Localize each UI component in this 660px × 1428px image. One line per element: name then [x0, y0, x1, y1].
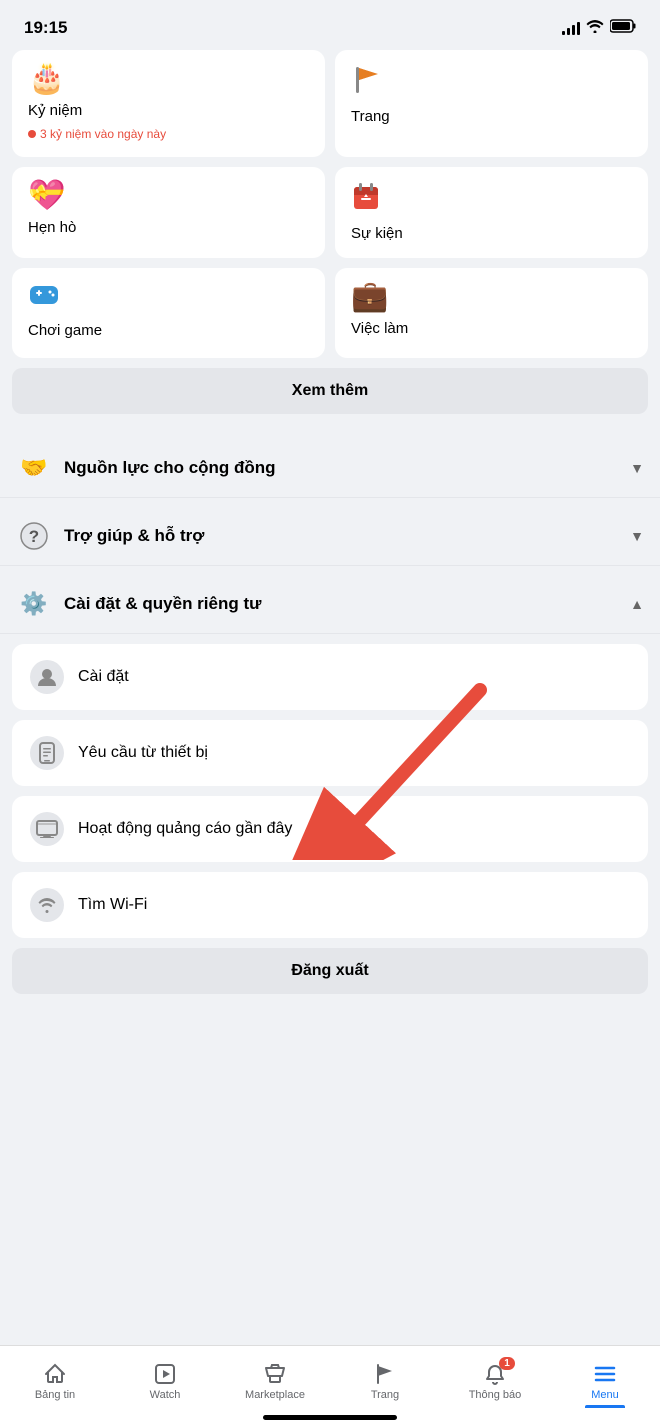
- su-kien-label: Sự kiện: [351, 225, 632, 242]
- cai-dat-icon: [30, 660, 64, 694]
- bell-icon: 1: [483, 1362, 507, 1386]
- sub-item-hoat-dong[interactable]: Hoạt động quảng cáo gần đây: [12, 796, 648, 862]
- hoat-dong-icon: [30, 812, 64, 846]
- status-bar: 19:15: [0, 0, 660, 50]
- sub-item-yeu-cau[interactable]: Yêu cầu từ thiết bị: [12, 720, 648, 786]
- shop-icon: [263, 1362, 287, 1386]
- trang-label: Trang: [351, 108, 632, 125]
- battery-icon: [610, 19, 636, 38]
- hen-ho-icon: 💝: [28, 181, 309, 211]
- home-icon: [43, 1362, 67, 1386]
- cai-dat-label: Cài đặt: [78, 668, 129, 686]
- wifi-icon: [586, 19, 604, 38]
- sub-items-container: Cài đặt Yêu cầu từ thiết bị: [0, 644, 660, 938]
- grid-card-viec-lam[interactable]: 💼 Việc làm: [335, 268, 648, 358]
- choi-game-icon: [28, 282, 309, 314]
- nav-item-marketplace[interactable]: Marketplace: [220, 1346, 330, 1408]
- grid-card-ky-niem[interactable]: 🎂 Kỷ niệm 3 kỷ niệm vào ngày này: [12, 50, 325, 157]
- chevron-up-icon: ▲: [630, 596, 644, 612]
- ky-niem-icon: 🎂: [28, 64, 309, 94]
- see-more-button[interactable]: Xem thêm: [12, 368, 648, 414]
- status-time: 19:15: [24, 18, 67, 38]
- nav-item-menu[interactable]: Menu: [550, 1346, 660, 1408]
- grid-card-trang[interactable]: Trang: [335, 50, 648, 157]
- flag-nav-icon: [373, 1362, 397, 1386]
- trang-nav-label: Trang: [371, 1389, 399, 1401]
- thong-bao-label: Thông báo: [469, 1389, 522, 1401]
- divider-3: [0, 566, 660, 574]
- expandable-nguon-luc[interactable]: 🤝 Nguồn lực cho cộng đồng ▼: [0, 438, 660, 498]
- active-indicator: [585, 1405, 625, 1408]
- nav-item-bang-tin[interactable]: Bảng tin: [0, 1346, 110, 1408]
- nav-item-thong-bao[interactable]: 1 Thông báo: [440, 1346, 550, 1408]
- viec-lam-icon: 💼: [351, 282, 632, 312]
- choi-game-label: Chơi game: [28, 322, 309, 339]
- ky-niem-sub: 3 kỷ niệm vào ngày này: [28, 127, 309, 141]
- yeu-cau-icon: [30, 736, 64, 770]
- hoat-dong-label: Hoạt động quảng cáo gần đây: [78, 820, 292, 838]
- yeu-cau-label: Yêu cầu từ thiết bị: [78, 744, 208, 762]
- nguon-luc-icon: 🤝: [16, 450, 52, 486]
- viec-lam-label: Việc làm: [351, 320, 632, 337]
- menu-label: Menu: [591, 1389, 619, 1401]
- trang-icon: [351, 64, 632, 100]
- bottom-nav: Bảng tin Watch Marketplace: [0, 1345, 660, 1428]
- grid-card-su-kien[interactable]: Sự kiện: [335, 167, 648, 258]
- divider-2: [0, 498, 660, 506]
- nav-item-watch[interactable]: Watch: [110, 1346, 220, 1408]
- menu-icon: [593, 1362, 617, 1386]
- chevron-down-icon: ▼: [630, 460, 644, 476]
- su-kien-icon: [351, 181, 632, 217]
- logout-button[interactable]: Đăng xuất: [12, 948, 648, 994]
- watch-label: Watch: [150, 1389, 181, 1401]
- thong-bao-badge: 1: [499, 1357, 515, 1370]
- nav-item-trang[interactable]: Trang: [330, 1346, 440, 1408]
- expandable-tro-giup[interactable]: ? Trợ giúp & hỗ trợ ▼: [0, 506, 660, 566]
- tim-wifi-label: Tìm Wi-Fi: [78, 896, 147, 914]
- cai-dat-quyen-icon: ⚙️: [16, 586, 52, 622]
- chevron-down-icon-2: ▼: [630, 528, 644, 544]
- hen-ho-label: Hẹn hò: [28, 219, 309, 236]
- grid-section: 🎂 Kỷ niệm 3 kỷ niệm vào ngày này Trang 💝…: [0, 50, 660, 358]
- tro-giup-icon: ?: [16, 518, 52, 554]
- divider-1: [0, 430, 660, 438]
- red-dot-icon: [28, 130, 36, 138]
- bang-tin-label: Bảng tin: [35, 1389, 75, 1401]
- svg-text:?: ?: [29, 527, 39, 546]
- signal-icon: [562, 21, 580, 35]
- nguon-luc-label: Nguồn lực cho cộng đồng: [64, 458, 618, 478]
- play-icon: [153, 1362, 177, 1386]
- grid-card-choi-game[interactable]: Chơi game: [12, 268, 325, 358]
- tro-giup-label: Trợ giúp & hỗ trợ: [64, 526, 618, 546]
- ky-niem-label: Kỷ niệm: [28, 102, 309, 119]
- tim-wifi-icon: [30, 888, 64, 922]
- cai-dat-quyen-label: Cài đặt & quyền riêng tư: [64, 594, 618, 614]
- home-indicator: [263, 1415, 397, 1420]
- settings-expanded-section: Cài đặt Yêu cầu từ thiết bị: [0, 634, 660, 938]
- grid-card-hen-ho[interactable]: 💝 Hẹn hò: [12, 167, 325, 258]
- status-icons: [562, 19, 636, 38]
- sub-item-cai-dat[interactable]: Cài đặt: [12, 644, 648, 710]
- expandable-cai-dat-quyen[interactable]: ⚙️ Cài đặt & quyền riêng tư ▲: [0, 574, 660, 634]
- sub-item-tim-wifi[interactable]: Tìm Wi-Fi: [12, 872, 648, 938]
- marketplace-label: Marketplace: [245, 1389, 305, 1401]
